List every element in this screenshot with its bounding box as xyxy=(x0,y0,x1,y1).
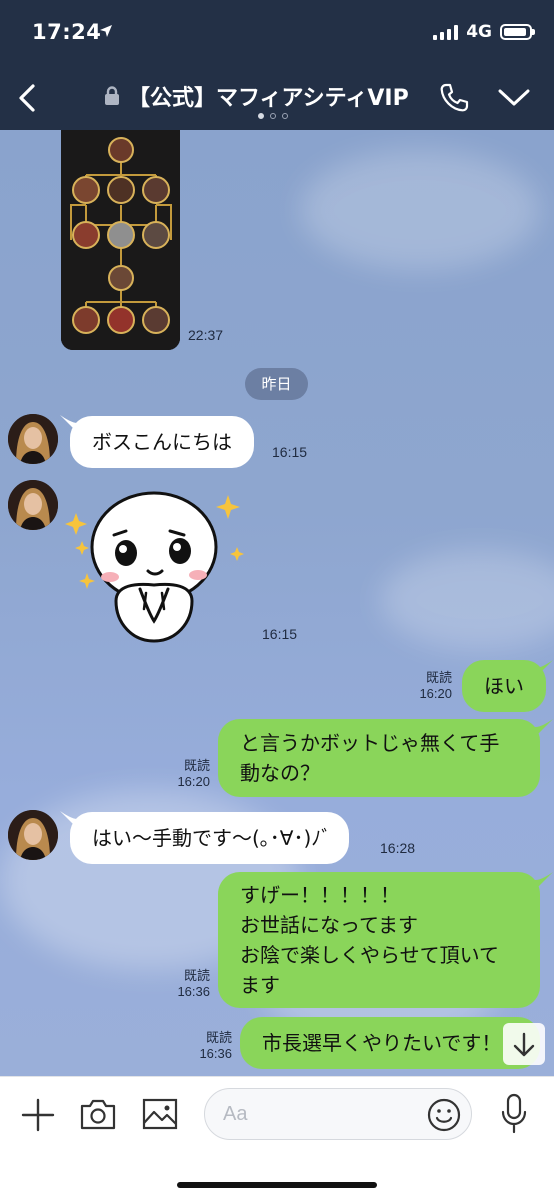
avatar-image xyxy=(8,810,58,860)
message-bubble-incoming[interactable]: はい〜手動です〜(｡･∀･)ﾉﾞ xyxy=(70,812,350,864)
bubble-tail xyxy=(535,872,553,890)
message-bubble-outgoing[interactable]: 市長選早くやりたいです！ xyxy=(240,1017,540,1069)
back-button[interactable] xyxy=(12,78,42,118)
camera-icon[interactable] xyxy=(79,1097,117,1131)
battery-icon xyxy=(500,24,535,40)
message-text: ボスこんにちは xyxy=(92,430,232,454)
message-text: と言うかボットじゃ無くて手 xyxy=(240,731,500,755)
signal-icon xyxy=(433,24,459,40)
emoji-icon[interactable] xyxy=(427,1098,461,1132)
message-input[interactable] xyxy=(223,1089,423,1139)
home-indicator xyxy=(177,1182,377,1188)
avatar-image xyxy=(8,480,58,530)
chat-title-area[interactable]: 【公式】マフィアシティVIP xyxy=(104,80,409,112)
read-receipt: 既読 16:36 xyxy=(199,1030,232,1061)
chat-area[interactable]: 22:37 昨日 ボスこんにちは 16:15 16:15 ほい 既読 16:20… xyxy=(0,130,554,1076)
message-time: 16:28 xyxy=(380,840,416,856)
read-receipt: 既読 16:20 xyxy=(177,758,210,789)
cute-character-sticker[interactable] xyxy=(60,485,250,645)
read-receipt: 既読 16:20 xyxy=(419,670,452,701)
message-text: お世話になってます xyxy=(240,913,418,937)
plus-icon[interactable] xyxy=(20,1097,56,1133)
avatar[interactable] xyxy=(8,414,58,464)
message-bubble-incoming[interactable]: ボスこんにちは xyxy=(70,416,254,468)
image-message[interactable] xyxy=(61,130,180,350)
scroll-to-bottom-button[interactable] xyxy=(503,1023,545,1065)
message-text: ほい xyxy=(484,674,524,698)
bubble-tail xyxy=(535,719,553,737)
message-text: はい〜手動です〜(｡･∀･)ﾉﾞ xyxy=(92,826,332,850)
avatar-image xyxy=(8,414,58,464)
microphone-icon[interactable] xyxy=(500,1093,528,1135)
message-text: ます xyxy=(240,973,280,997)
message-bubble-outgoing[interactable]: すげー！！！！！ お世話になってます お陰で楽しくやらせて頂いて ます xyxy=(218,872,540,1008)
image-icon[interactable] xyxy=(142,1097,178,1131)
message-text: 動なの？ xyxy=(240,761,320,785)
message-time: 16:15 xyxy=(262,626,298,642)
chat-header: 17:24 4G 【公式】マフィアシティVIP xyxy=(0,0,554,130)
page-dots xyxy=(258,113,288,119)
phone-icon[interactable] xyxy=(438,82,470,114)
status-time: 17:24 xyxy=(32,20,102,44)
message-input-bar xyxy=(0,1076,554,1200)
message-text: お陰で楽しくやらせて頂いて xyxy=(240,943,499,967)
bubble-tail xyxy=(535,660,553,678)
chevron-down-icon[interactable] xyxy=(497,86,531,110)
avatar[interactable] xyxy=(8,810,58,860)
message-bubble-outgoing[interactable]: と言うかボットじゃ無くて手 動なの？ xyxy=(218,719,540,797)
location-arrow-icon xyxy=(100,25,112,37)
date-divider: 昨日 xyxy=(245,368,308,400)
chat-title: 【公式】マフィアシティVIP xyxy=(128,86,409,111)
status-indicators: 4G xyxy=(433,22,535,42)
message-bubble-outgoing[interactable]: ほい xyxy=(462,660,546,712)
lock-icon xyxy=(105,86,119,105)
message-time: 16:15 xyxy=(272,444,308,460)
message-text: 市長選早くやりたいです！ xyxy=(262,1031,502,1055)
game-tree-image xyxy=(61,130,180,350)
read-receipt: 既読 16:36 xyxy=(177,968,210,999)
arrow-down-icon xyxy=(513,1032,535,1057)
message-text: すげー！！！！！ xyxy=(240,883,400,907)
avatar[interactable] xyxy=(8,480,58,530)
message-time: 22:37 xyxy=(188,327,224,343)
network-type: 4G xyxy=(466,22,492,42)
message-input-container[interactable] xyxy=(204,1088,472,1140)
